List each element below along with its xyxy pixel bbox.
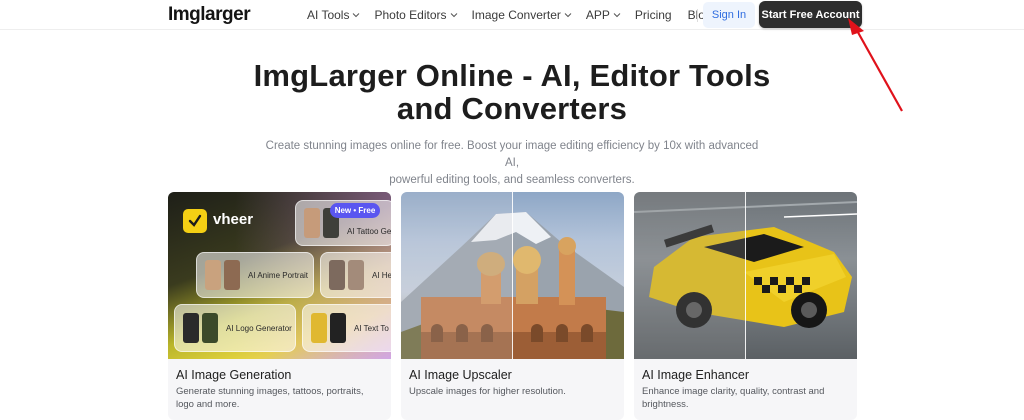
card-description: Upscale images for higher resolution. bbox=[409, 386, 566, 397]
card-description: Generate stunning images, tattoos, portr… bbox=[176, 386, 364, 410]
promo-tile-label: AI Text To bbox=[354, 323, 389, 333]
card-title: AI Image Generation bbox=[176, 368, 292, 382]
menu-pricing[interactable]: Pricing bbox=[635, 8, 672, 22]
thumbnail bbox=[224, 260, 240, 290]
page-title: ImgLarger Online - AI, Editor Tools and … bbox=[212, 59, 812, 125]
thumbnail bbox=[183, 313, 199, 343]
menu-label: Image Converter bbox=[471, 8, 561, 22]
card-description: Enhance image clarity, quality, contrast… bbox=[642, 386, 825, 410]
thumbnail bbox=[202, 313, 218, 343]
promo-tile-label: AI He bbox=[372, 270, 391, 280]
thumbnail bbox=[329, 260, 345, 290]
tile-thumbnails bbox=[183, 313, 221, 343]
thumbnail bbox=[330, 313, 346, 343]
thumbnail bbox=[205, 260, 221, 290]
sign-in-button[interactable]: Sign In bbox=[703, 2, 755, 28]
promo-tile-label: AI Anime Portrait bbox=[248, 270, 309, 280]
card-ai-image-upscaler[interactable]: AI Image Upscaler Upscale images for hig… bbox=[401, 192, 624, 420]
menu-photo-editors[interactable]: Photo Editors bbox=[374, 8, 457, 22]
tile-thumbnails bbox=[311, 313, 349, 343]
promo-tile-label: AI Logo Generator bbox=[226, 323, 292, 333]
menu-label: APP bbox=[585, 8, 610, 22]
menu-label: Pricing bbox=[634, 8, 672, 22]
promo-tile-label: AI Tattoo Ge bbox=[347, 226, 391, 236]
card-title: AI Image Enhancer bbox=[642, 368, 750, 382]
promo-tile: AI Logo Generator bbox=[174, 304, 296, 352]
site-logo[interactable]: Imglarger bbox=[168, 4, 251, 26]
main-menu: AI Tools Photo Editors Image Converter A… bbox=[307, 8, 728, 22]
card-ai-image-generation[interactable]: vheer AI Tattoo Ge New • Free AI Anime P… bbox=[168, 192, 391, 420]
page-subtitle: Create stunning images online for free. … bbox=[262, 138, 762, 189]
thumbnail bbox=[348, 260, 364, 290]
menu-label: AI Tools bbox=[307, 8, 350, 22]
chevron-down-icon bbox=[564, 13, 572, 18]
page-title-line1: ImgLarger Online - AI, Editor Tools bbox=[253, 58, 771, 93]
start-free-account-button[interactable]: Start Free Account bbox=[759, 1, 862, 28]
chevron-down-icon bbox=[353, 13, 360, 18]
card-image: vheer AI Tattoo Ge New • Free AI Anime P… bbox=[168, 192, 391, 359]
page-title-line2: and Converters bbox=[396, 91, 628, 126]
card-title: AI Image Upscaler bbox=[409, 368, 512, 382]
comparison-divider[interactable] bbox=[745, 192, 746, 359]
promo-tile: AI Text To bbox=[302, 304, 391, 352]
promo-tile: AI He bbox=[320, 252, 391, 298]
top-navigation: Imglarger AI Tools Photo Editors Image C… bbox=[0, 0, 1024, 30]
menu-ai-tools[interactable]: AI Tools bbox=[307, 8, 360, 22]
nav-divider bbox=[697, 9, 698, 22]
comparison-divider[interactable] bbox=[512, 192, 513, 359]
vheer-brand: vheer bbox=[213, 211, 254, 228]
menu-label: Photo Editors bbox=[374, 8, 447, 22]
page-subtitle-line1: Create stunning images online for free. … bbox=[265, 140, 759, 169]
card-image bbox=[634, 192, 857, 359]
new-free-badge: New • Free bbox=[330, 203, 380, 218]
thumbnail bbox=[304, 208, 320, 238]
card-image bbox=[401, 192, 624, 359]
vheer-logo-icon bbox=[183, 209, 207, 233]
thumbnail bbox=[311, 313, 327, 343]
menu-image-converter[interactable]: Image Converter bbox=[472, 8, 572, 22]
check-icon bbox=[188, 214, 202, 227]
chevron-down-icon bbox=[450, 13, 457, 18]
tile-thumbnails bbox=[205, 260, 243, 290]
promo-tile: AI Anime Portrait bbox=[196, 252, 314, 298]
menu-app[interactable]: APP bbox=[586, 8, 621, 22]
card-ai-image-enhancer[interactable]: AI Image Enhancer Enhance image clarity,… bbox=[634, 192, 857, 420]
tile-thumbnails bbox=[329, 260, 367, 290]
chevron-down-icon bbox=[613, 13, 621, 18]
page-subtitle-line2: powerful editing tools, and seamless con… bbox=[389, 174, 635, 186]
